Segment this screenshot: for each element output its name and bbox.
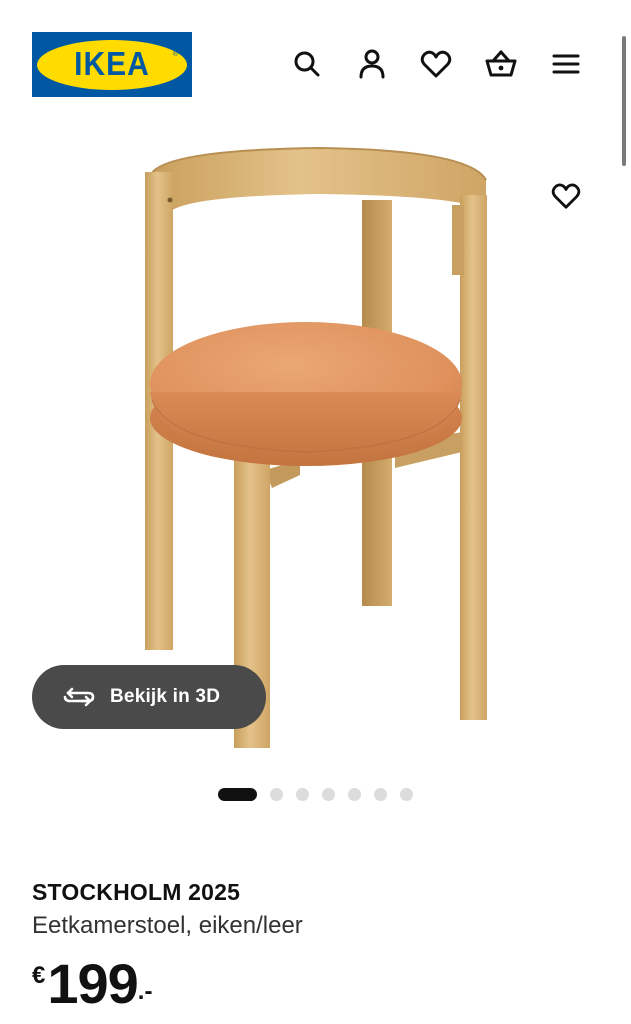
product-name: STOCKHOLM 2025 — [32, 879, 241, 905]
carousel-dot[interactable] — [374, 788, 387, 801]
ikea-logo[interactable]: IKEA ® — [32, 32, 192, 97]
carousel-dot[interactable] — [322, 788, 335, 801]
view-in-3d-button[interactable]: Bekijk in 3D — [32, 665, 266, 729]
logo-text: IKEA — [74, 45, 150, 83]
carousel-dot[interactable] — [296, 788, 309, 801]
view-in-3d-label: Bekijk in 3D — [110, 686, 221, 707]
menu-hamburger-icon[interactable] — [546, 44, 586, 84]
search-icon[interactable] — [287, 44, 327, 84]
carousel-dot[interactable] — [270, 788, 283, 801]
price-currency: € — [32, 962, 46, 989]
carousel-dot[interactable] — [348, 788, 361, 801]
carousel-indicators — [218, 788, 426, 801]
account-icon[interactable] — [352, 44, 392, 84]
carousel-dot[interactable] — [400, 788, 413, 801]
logo-oval: IKEA ® — [37, 39, 187, 90]
carousel-dot-active[interactable] — [218, 788, 257, 801]
product-price: € 199 .- — [32, 952, 152, 1016]
product-description: Eetkamerstoel, eiken/leer — [32, 912, 303, 939]
rotate-3d-icon — [62, 685, 96, 709]
price-amount: 199 — [47, 952, 138, 1015]
favorite-heart-icon[interactable] — [546, 176, 586, 216]
product-page: IKEA ® Bekijk in 3D STOCKHOLM 2025 Eetka… — [0, 0, 631, 1024]
wishlist-heart-icon[interactable] — [416, 44, 456, 84]
cart-basket-icon[interactable] — [481, 44, 521, 84]
registered-mark: ® — [172, 50, 178, 58]
price-suffix: .- — [137, 978, 153, 1005]
